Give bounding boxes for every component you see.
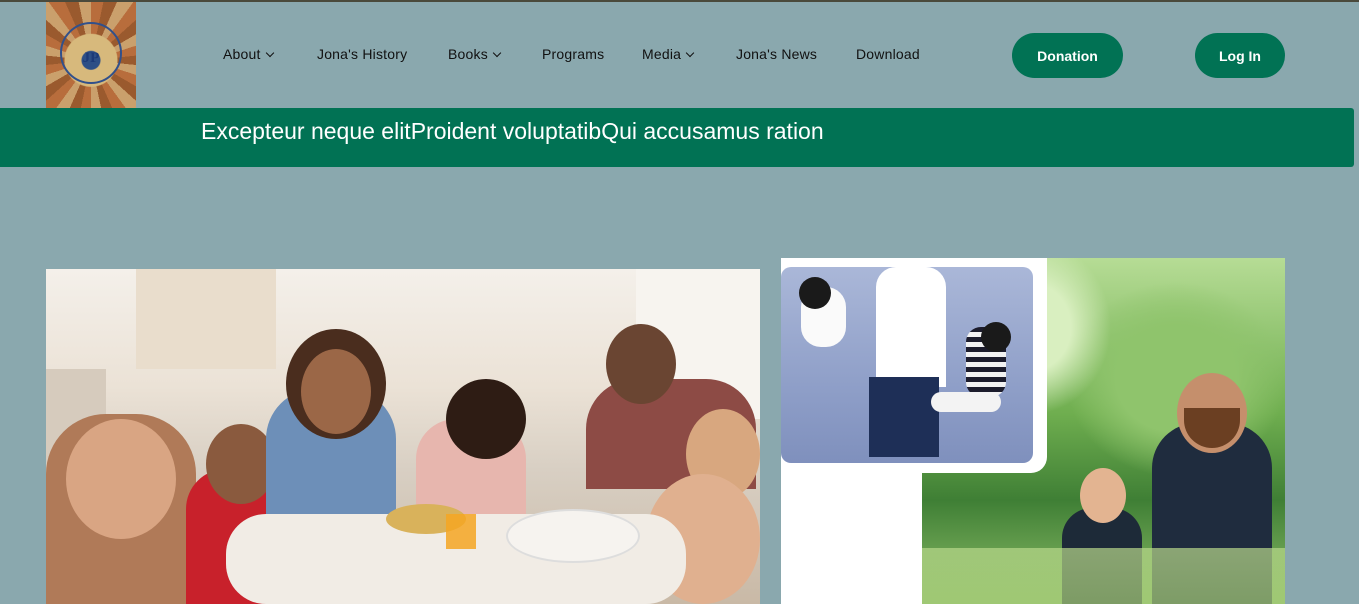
- inset-frame: [781, 258, 1047, 473]
- chevron-down-icon: [685, 48, 695, 58]
- nav-item-jonas-news[interactable]: Jona's News: [736, 46, 817, 62]
- announcement-banner: Excepteur neque elitProident voluptatibQ…: [0, 108, 1354, 167]
- chevron-down-icon: [265, 48, 274, 58]
- nav-item-label: Programs: [542, 46, 605, 62]
- family-dinner-photo: [46, 269, 760, 604]
- banner-text: Excepteur neque elitProident voluptatibQ…: [201, 118, 824, 144]
- father-playing-with-kids-photo: [781, 267, 1033, 463]
- nav-item-about[interactable]: About: [223, 46, 274, 62]
- nav-item-jonas-history[interactable]: Jona's History: [317, 46, 407, 62]
- chevron-down-icon: [492, 48, 502, 58]
- login-button[interactable]: Log In: [1195, 33, 1285, 78]
- nav-item-download[interactable]: Download: [856, 46, 920, 62]
- nav-item-label: Media: [642, 46, 682, 62]
- logo-initials: JP: [82, 50, 100, 66]
- nav-item-label: About: [223, 46, 261, 62]
- site-logo[interactable]: JP: [46, 2, 136, 108]
- nav-item-label: Jona's History: [317, 46, 408, 62]
- nav-item-label: Books: [448, 46, 488, 62]
- nav-item-label: Jona's News: [736, 46, 818, 62]
- nav-item-books[interactable]: Books: [448, 46, 502, 62]
- image-collage: [781, 258, 1285, 604]
- nav-item-media[interactable]: Media: [642, 46, 695, 62]
- donation-button[interactable]: Donation: [1012, 33, 1123, 78]
- nav-item-label: Download: [856, 46, 920, 62]
- nav-item-programs[interactable]: Programs: [542, 46, 604, 62]
